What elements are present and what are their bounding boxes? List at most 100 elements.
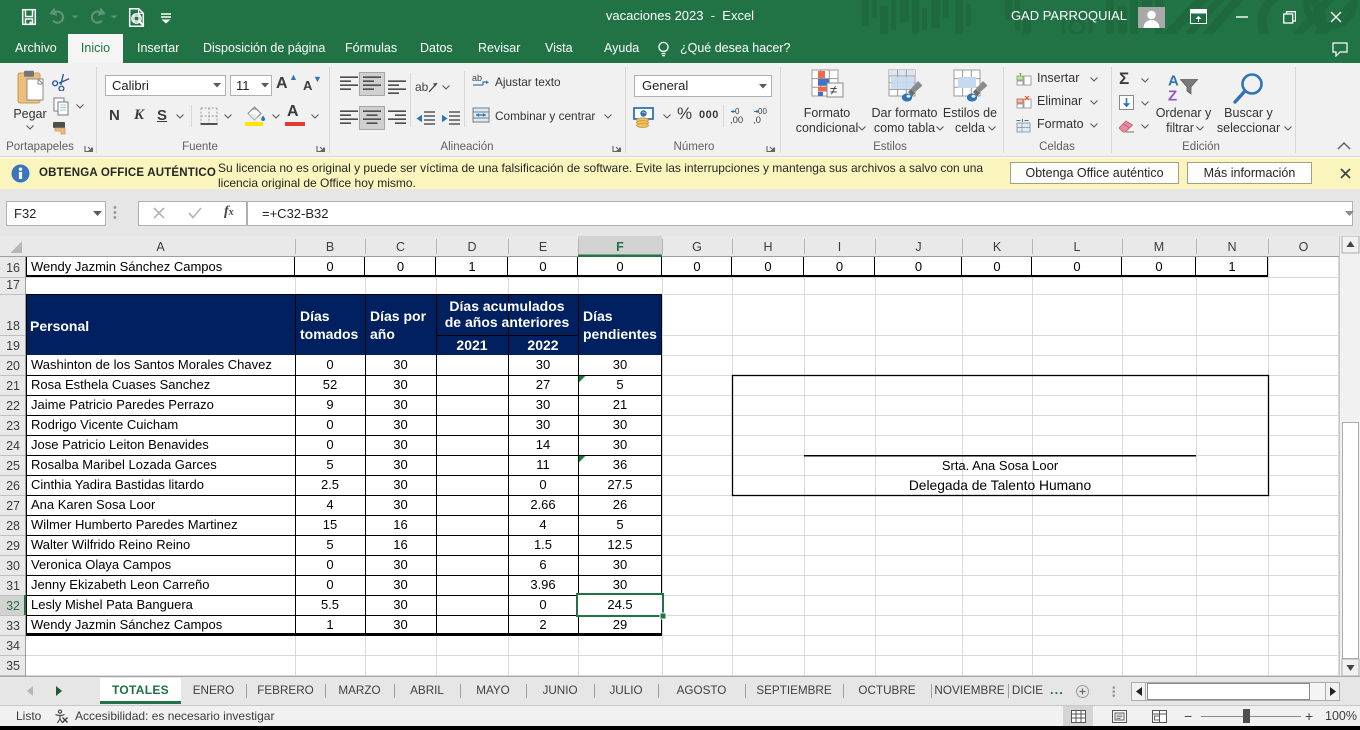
svg-text:de años anteriores: de años anteriores <box>445 314 570 330</box>
svg-text:30: 30 <box>393 577 407 592</box>
svg-text:9: 9 <box>326 397 333 412</box>
svg-text:0: 0 <box>1073 259 1080 274</box>
svg-text:30: 30 <box>613 357 627 372</box>
svg-text:24.5: 24.5 <box>607 597 632 612</box>
svg-text:0: 0 <box>836 259 843 274</box>
svg-text:52: 52 <box>323 377 337 392</box>
svg-text:0: 0 <box>915 259 922 274</box>
svg-text:5: 5 <box>616 517 623 532</box>
svg-text:33: 33 <box>6 619 20 633</box>
svg-text:12.5: 12.5 <box>607 537 632 552</box>
svg-text:5: 5 <box>326 457 333 472</box>
svg-text:E: E <box>539 240 547 254</box>
svg-text:30: 30 <box>393 397 407 412</box>
svg-text:Srta. Ana Sosa Loor: Srta. Ana Sosa Loor <box>942 458 1059 473</box>
svg-text:A: A <box>156 240 165 254</box>
svg-text:2022: 2022 <box>527 337 558 353</box>
svg-text:23: 23 <box>6 419 20 433</box>
svg-text:J: J <box>915 240 921 254</box>
svg-text:0: 0 <box>326 357 333 372</box>
svg-text:Rodrigo Vicente Cuicham: Rodrigo Vicente Cuicham <box>31 417 178 432</box>
svg-text:30: 30 <box>536 397 550 412</box>
svg-text:Veronica Olaya Campos: Veronica Olaya Campos <box>31 557 172 572</box>
svg-text:21: 21 <box>613 397 627 412</box>
svg-text:L: L <box>1074 240 1081 254</box>
svg-text:1: 1 <box>326 617 333 632</box>
svg-text:19: 19 <box>6 339 20 353</box>
svg-text:0: 0 <box>326 437 333 452</box>
svg-text:30: 30 <box>393 557 407 572</box>
svg-text:27: 27 <box>6 499 20 513</box>
svg-text:2.5: 2.5 <box>321 477 339 492</box>
svg-text:0: 0 <box>764 259 771 274</box>
svg-text:30: 30 <box>393 437 407 452</box>
svg-text:0: 0 <box>326 417 333 432</box>
svg-text:0: 0 <box>1155 259 1162 274</box>
svg-text:2: 2 <box>539 617 546 632</box>
svg-text:30: 30 <box>613 437 627 452</box>
svg-text:D: D <box>467 240 476 254</box>
svg-text:31: 31 <box>6 579 20 593</box>
svg-text:27: 27 <box>536 377 550 392</box>
svg-text:Wilmer Humberto Paredes Martin: Wilmer Humberto Paredes Martinez <box>31 517 238 532</box>
svg-text:Días por: Días por <box>370 308 427 324</box>
svg-text:30: 30 <box>393 377 407 392</box>
svg-text:0: 0 <box>616 259 623 274</box>
svg-text:Delegada de Talento Humano: Delegada de Talento Humano <box>909 478 1092 493</box>
svg-text:pendientes: pendientes <box>583 326 657 342</box>
svg-text:0: 0 <box>539 259 546 274</box>
svg-text:O: O <box>1299 240 1309 254</box>
svg-text:Días: Días <box>300 308 330 324</box>
svg-text:Ana Karen Sosa Loor: Ana Karen Sosa Loor <box>31 497 156 512</box>
svg-text:H: H <box>763 240 772 254</box>
svg-text:N: N <box>1227 240 1236 254</box>
svg-text:2021: 2021 <box>456 337 487 353</box>
svg-text:36: 36 <box>613 457 627 472</box>
svg-text:30: 30 <box>536 417 550 432</box>
svg-text:Wendy Jazmin Sánchez Campos: Wendy Jazmin Sánchez Campos <box>31 617 223 632</box>
svg-text:0: 0 <box>326 259 333 274</box>
svg-text:Walter Wilfrido Reino Reino: Walter Wilfrido Reino Reino <box>31 537 190 552</box>
svg-text:28: 28 <box>6 519 20 533</box>
svg-text:25: 25 <box>6 459 20 473</box>
svg-text:F: F <box>616 240 624 254</box>
svg-text:29: 29 <box>613 617 627 632</box>
svg-text:16: 16 <box>393 517 407 532</box>
svg-text:32: 32 <box>6 599 20 613</box>
svg-text:30: 30 <box>613 577 627 592</box>
svg-text:1: 1 <box>1228 259 1235 274</box>
svg-text:Lesly Mishel Pata Banguera: Lesly Mishel Pata Banguera <box>31 597 194 612</box>
svg-text:Jose Patricio Leiton Benavides: Jose Patricio Leiton Benavides <box>31 437 209 452</box>
svg-text:1: 1 <box>468 259 475 274</box>
svg-text:30: 30 <box>613 417 627 432</box>
svg-text:16: 16 <box>393 537 407 552</box>
svg-text:0: 0 <box>539 597 546 612</box>
svg-text:año: año <box>370 326 395 342</box>
svg-text:26: 26 <box>613 497 627 512</box>
svg-text:K: K <box>993 240 1002 254</box>
svg-text:26: 26 <box>6 479 20 493</box>
svg-text:14: 14 <box>536 437 550 452</box>
svg-text:11: 11 <box>536 457 550 472</box>
svg-text:21: 21 <box>6 379 20 393</box>
svg-text:3.96: 3.96 <box>530 577 555 592</box>
svg-text:Washinton de los Santos Morale: Washinton de los Santos Morales Chavez <box>31 357 272 372</box>
svg-text:35: 35 <box>6 659 20 673</box>
svg-text:5: 5 <box>326 537 333 552</box>
svg-text:Días acumulados: Días acumulados <box>449 298 564 314</box>
svg-text:Jaime Patricio Paredes Perrazo: Jaime Patricio Paredes Perrazo <box>31 397 214 412</box>
svg-text:ab: ab <box>415 80 429 94</box>
svg-text:30: 30 <box>613 557 627 572</box>
svg-text:30: 30 <box>393 597 407 612</box>
svg-text:ab: ab <box>472 73 482 83</box>
svg-text:,0: ,0 <box>753 115 761 124</box>
svg-text:30: 30 <box>393 357 407 372</box>
svg-text:30: 30 <box>393 617 407 632</box>
svg-text:30: 30 <box>393 457 407 472</box>
svg-text:Cinthia Yadira Bastidas litard: Cinthia Yadira Bastidas litardo <box>31 477 204 492</box>
svg-text:29: 29 <box>6 539 20 553</box>
svg-text:30: 30 <box>6 559 20 573</box>
svg-text:4: 4 <box>326 497 333 512</box>
svg-text:30: 30 <box>536 357 550 372</box>
svg-text:≠: ≠ <box>830 83 837 98</box>
